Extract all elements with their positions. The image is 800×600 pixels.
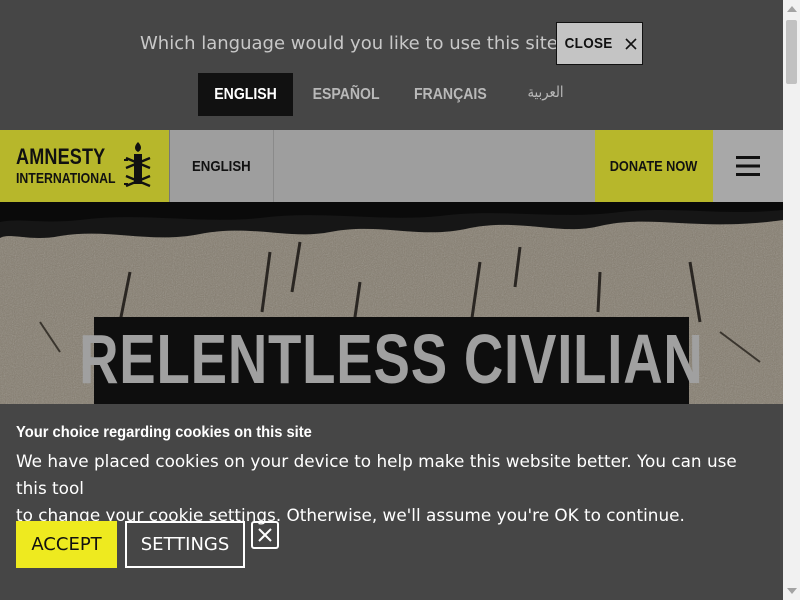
accept-cookies-button[interactable]: ACCEPT (16, 521, 117, 568)
hamburger-menu-icon (736, 156, 760, 176)
menu-button[interactable] (713, 130, 783, 202)
site-logo[interactable]: AMNESTY INTERNATIONAL (0, 130, 170, 202)
close-icon (625, 37, 637, 50)
cookie-banner-text: We have placed cookies on your device to… (16, 452, 737, 526)
scrollbar-thumb[interactable] (786, 20, 797, 84)
cookie-settings-button[interactable]: SETTINGS (125, 521, 245, 568)
candle-icon (124, 142, 151, 188)
close-icon (258, 528, 272, 542)
site-header: AMNESTY INTERNATIONAL ENGLISH DONATE NOW (0, 130, 783, 202)
language-option-francais[interactable]: FRANÇAIS (407, 73, 493, 116)
donate-now-button[interactable]: DONATE NOW (595, 130, 713, 202)
page-scrollbar[interactable] (783, 0, 800, 600)
cookie-banner: Your choice regarding cookies on this si… (0, 404, 783, 600)
close-language-bar-button[interactable]: CLOSE (556, 22, 643, 65)
logo-line-2: INTERNATIONAL (16, 170, 116, 187)
language-option-arabic[interactable]: العربية (514, 70, 576, 113)
cookie-banner-title: Your choice regarding cookies on this si… (16, 424, 312, 441)
logo-line-1: AMNESTY (16, 144, 106, 169)
hero-title: RELENTLESS CIVILIAN (79, 320, 704, 398)
scroll-up-arrow-icon[interactable] (787, 6, 797, 12)
language-question: Which language would you like to use thi… (140, 33, 590, 54)
dismiss-cookie-banner-button[interactable] (251, 521, 279, 549)
scroll-down-arrow-icon[interactable] (787, 588, 797, 594)
language-selector-bar: Which language would you like to use thi… (0, 0, 783, 130)
language-option-espanol[interactable]: ESPAÑOL (305, 73, 387, 116)
header-language-button[interactable]: ENGLISH (170, 130, 274, 202)
language-option-english[interactable]: ENGLISH (198, 73, 293, 116)
close-label: CLOSE (564, 35, 613, 52)
hero-title-box: RELENTLESS CIVILIAN (79, 317, 703, 404)
hero-banner: RELENTLESS CIVILIAN (0, 202, 783, 404)
